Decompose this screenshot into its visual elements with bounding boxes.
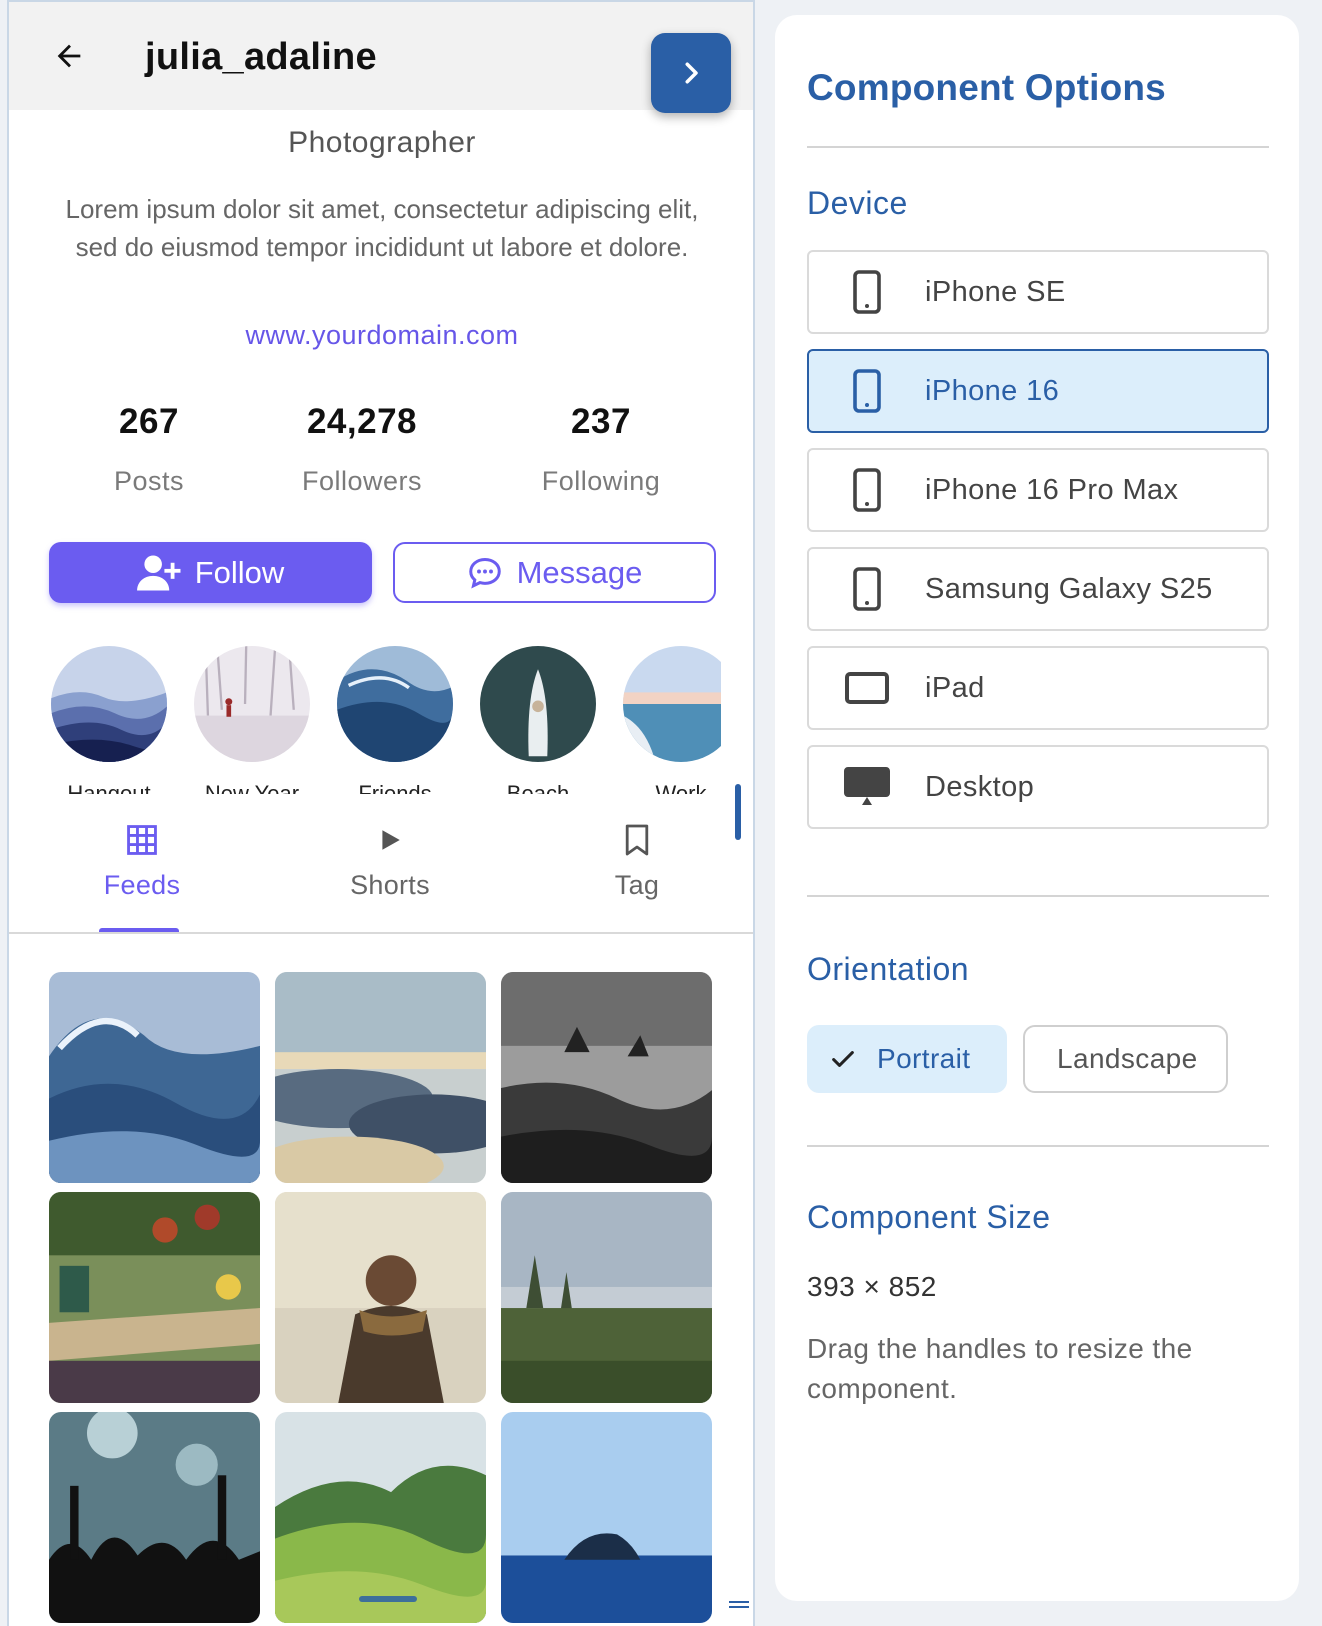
profile-username: julia_adaline — [145, 36, 377, 78]
device-label: Desktop — [925, 770, 1035, 803]
stat-value: 24,278 — [306, 402, 418, 441]
clouds-above-photo-icon[interactable] — [275, 972, 486, 1183]
user-plus-icon — [136, 554, 181, 591]
stat-value: 237 — [571, 402, 631, 441]
stat-label: Following — [541, 466, 661, 496]
divider — [807, 895, 1269, 897]
divider — [807, 146, 1269, 148]
profile-role: Photographer — [288, 126, 476, 159]
component-options-panel: Component Options Device iPhone SE iPhon… — [775, 15, 1299, 1601]
device-label: Samsung Galaxy S25 — [925, 572, 1213, 605]
meadow-trees-photo-icon[interactable] — [501, 1192, 712, 1403]
resize-handle[interactable] — [729, 1598, 749, 1612]
panel-title: Component Options — [807, 67, 1166, 108]
desktop-icon — [844, 767, 890, 805]
chevron-right-icon — [685, 62, 698, 84]
profile-website-link[interactable]: www.yourdomain.com — [9, 320, 753, 351]
stat-following[interactable]: 237 Following — [491, 402, 711, 497]
size-section-title: Component Size — [807, 1199, 1051, 1235]
wave-photo-icon — [337, 646, 453, 762]
home-indicator — [359, 1596, 417, 1602]
story-label: New Year — [204, 781, 300, 794]
device-option-samsung-galaxy-s25[interactable]: Samsung Galaxy S25 — [807, 547, 1269, 631]
green-hills-photo-icon[interactable] — [275, 1412, 486, 1623]
device-option-desktop[interactable]: Desktop — [807, 745, 1269, 829]
ocean-wave-photo-icon[interactable] — [49, 972, 260, 1183]
check-icon — [832, 1051, 854, 1067]
phone-icon — [853, 369, 881, 413]
story-label: Beach — [506, 781, 570, 794]
tab-tag[interactable]: Tag — [557, 820, 717, 901]
island-sea-photo-icon[interactable] — [501, 1412, 712, 1623]
story-label: Hangout — [67, 781, 151, 794]
story-label: Work — [655, 781, 707, 794]
cafe-interior-photo-icon[interactable] — [49, 1192, 260, 1403]
tabs-divider — [9, 932, 753, 934]
device-label: iPhone 16 — [925, 374, 1060, 407]
device-option-iphone-se[interactable]: iPhone SE — [807, 250, 1269, 334]
phone-icon — [853, 567, 881, 611]
resize-help-text: Drag the handles to resize the component… — [807, 1333, 1193, 1404]
device-label: iPhone SE — [925, 275, 1066, 308]
next-button[interactable] — [651, 33, 731, 113]
device-label: iPad — [925, 671, 985, 704]
sea-horizon-photo-icon — [623, 646, 721, 762]
chat-bubble-icon — [468, 557, 501, 588]
profile-bio: Lorem ipsum dolor sit amet, consectetur … — [65, 194, 699, 262]
stat-followers[interactable]: 24,278 Followers — [252, 402, 472, 497]
phone-icon — [853, 468, 881, 512]
stat-label: Followers — [301, 466, 423, 496]
story-friends[interactable]: Friends — [335, 646, 455, 794]
divider — [807, 1145, 1269, 1147]
snowy-forest-photo-icon — [194, 646, 310, 762]
stat-label: Posts — [113, 466, 185, 496]
concert-crowd-photo-icon[interactable] — [49, 1412, 260, 1623]
story-beach[interactable]: Beach — [478, 646, 598, 794]
tab-label: Shorts — [350, 870, 430, 900]
tab-label: Tag — [614, 870, 660, 900]
orientation-label: Landscape — [1057, 1043, 1198, 1074]
message-button[interactable]: Message — [393, 542, 716, 603]
arrow-left-icon — [57, 44, 81, 68]
phone-preview: julia_adaline Photographer Lorem ipsum d… — [7, 0, 755, 1626]
stories-scrollbar[interactable] — [735, 784, 741, 840]
tab-feeds[interactable]: Feeds — [62, 820, 222, 901]
device-section-title: Device — [807, 185, 908, 221]
orientation-landscape-button[interactable]: Landscape — [1023, 1025, 1228, 1093]
device-label: iPhone 16 Pro Max — [925, 473, 1179, 506]
message-label: Message — [516, 554, 643, 590]
component-size-value: 393 × 852 — [807, 1271, 937, 1302]
play-icon — [382, 830, 400, 850]
story-hangout[interactable]: Hangout — [49, 646, 169, 794]
bookmark-icon — [625, 824, 649, 856]
tablet-icon — [845, 672, 889, 704]
story-highlights: Hangout New Year Friends Beach Work — [49, 646, 721, 794]
story-work[interactable]: Work — [621, 646, 721, 794]
stat-posts[interactable]: 267 Posts — [39, 402, 259, 497]
story-new-year[interactable]: New Year — [192, 646, 312, 794]
woman-scarf-photo-icon[interactable] — [275, 1192, 486, 1403]
follow-label: Follow — [194, 554, 285, 590]
orientation-label: Portrait — [877, 1043, 971, 1074]
rocky-coast-photo-icon[interactable] — [501, 972, 712, 1183]
story-label: Friends — [358, 781, 432, 794]
mountains-photo-icon — [51, 646, 167, 762]
device-option-ipad[interactable]: iPad — [807, 646, 1269, 730]
stat-value: 267 — [119, 402, 179, 441]
tab-shorts[interactable]: Shorts — [310, 820, 470, 901]
grid-icon — [127, 825, 157, 855]
phone-icon — [853, 270, 881, 314]
tab-label: Feeds — [103, 870, 181, 900]
orientation-portrait-button[interactable]: Portrait — [807, 1025, 1007, 1093]
back-button[interactable] — [45, 32, 93, 80]
device-option-iphone-16[interactable]: iPhone 16 — [807, 349, 1269, 433]
device-option-iphone-16-pro-max[interactable]: iPhone 16 Pro Max — [807, 448, 1269, 532]
app-bar: julia_adaline — [9, 2, 753, 113]
follow-button[interactable]: Follow — [49, 542, 372, 603]
boat-aerial-photo-icon — [480, 646, 596, 762]
orientation-section-title: Orientation — [807, 951, 970, 987]
